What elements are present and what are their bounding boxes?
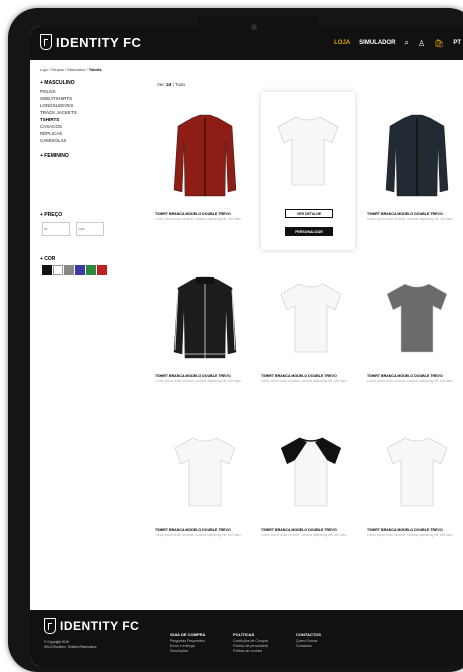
product-card[interactable]: TSHIRT BRANCA MODELO DOUBLE TREVO Lorem …: [261, 422, 361, 537]
color-swatch[interactable]: [64, 265, 74, 275]
product-title[interactable]: TSHIRT BRANCA MODELO DOUBLE TREVO: [261, 528, 361, 532]
filter-sidebar: + MASCULINO POLOS SWEATSHIRTS LONGSLEEVE…: [40, 80, 120, 159]
product-title[interactable]: TSHIRT BRANCA MODELO DOUBLE TREVO: [261, 374, 361, 378]
sidebar-item-tshirts[interactable]: TSHIRTS: [40, 117, 120, 122]
footer-brand-name: IDENTITY FC: [60, 619, 140, 633]
rights-text: HELIOTuniform, Direitos Reservados: [44, 645, 97, 649]
product-image[interactable]: [155, 106, 255, 206]
language-selector[interactable]: PT: [453, 40, 461, 46]
footer-logo[interactable]: IDENTITY FC: [44, 618, 139, 634]
shield-logo-icon: [40, 34, 52, 50]
footer-col-title: POLÍTICAS: [233, 632, 255, 637]
product-title[interactable]: TSHIRT BRANCA MODELO DOUBLE TREVO: [367, 528, 463, 532]
color-swatch[interactable]: [86, 265, 96, 275]
product-description: Lorem ipsum dolor sit amet, consect adip…: [261, 379, 347, 383]
price-range: [42, 222, 104, 236]
footer-link[interactable]: Política de cookies: [233, 649, 268, 654]
brand-name: IDENTITY FC: [56, 34, 142, 50]
footer-col-politicas: POLÍTICAS Condições de Compra Política d…: [233, 632, 268, 654]
footer: IDENTITY FC © Copyright 2016 HELIOTunifo…: [30, 610, 463, 666]
color-swatches: [42, 265, 107, 275]
sidebar-item-camisolas[interactable]: CAMISOLAS: [40, 138, 120, 143]
footer-col-title: GUIA DE COMPRA: [170, 632, 206, 637]
camera-icon: [251, 24, 257, 30]
sidebar-item-sweatshirts[interactable]: SWEATSHIRTS: [40, 96, 120, 101]
view-count: Ver: 24 | Tudo: [157, 82, 185, 87]
product-image[interactable]: [367, 268, 463, 368]
footer-col-contactos: CONTACTOS Quem Somos Contactos: [296, 632, 321, 649]
product-image[interactable]: [155, 422, 255, 522]
product-image[interactable]: [261, 268, 361, 368]
sidebar-item-casacos[interactable]: CASACOS: [40, 124, 120, 129]
footer-link[interactable]: Contactos: [296, 644, 321, 649]
shield-logo-icon: [44, 618, 56, 634]
product-title[interactable]: TSHIRT BRANCA MODELO DOUBLE TREVO: [155, 374, 255, 378]
footer-col-title: CONTACTOS: [296, 632, 321, 637]
device-notch: [198, 16, 318, 38]
search-icon[interactable]: ⌕: [405, 38, 409, 48]
color-swatch[interactable]: [97, 265, 107, 275]
section-masculino[interactable]: + MASCULINO: [40, 80, 120, 86]
product-title[interactable]: TSHIRT BRANCA MODELO DOUBLE TREVO: [155, 212, 255, 216]
product-card[interactable]: TSHIRT BRANCA MODELO DOUBLE TREVO Lorem …: [155, 106, 255, 221]
view-detail-button[interactable]: VER DETALHE: [285, 209, 333, 218]
product-image[interactable]: [367, 422, 463, 522]
sidebar-item-polos[interactable]: POLOS: [40, 89, 120, 94]
price-filter-title[interactable]: + PREÇO: [40, 212, 62, 218]
product-description: Lorem ipsum dolor sit amet, consect adip…: [261, 533, 347, 537]
price-max-input[interactable]: [76, 222, 104, 236]
product-title[interactable]: TSHIRT BRANCA MODELO DOUBLE TREVO: [367, 212, 463, 216]
product-image[interactable]: [261, 106, 355, 196]
product-description: Lorem ipsum dolor sit amet, consect adip…: [155, 533, 241, 537]
product-description: Lorem ipsum dolor sit amet, consect adip…: [155, 217, 241, 221]
nav-loja[interactable]: LOJA: [334, 40, 350, 46]
brand-logo[interactable]: IDENTITY FC: [40, 34, 141, 50]
product-card[interactable]: [261, 106, 361, 196]
product-card[interactable]: TSHIRT BRANCA MODELO DOUBLE TREVO Lorem …: [367, 422, 463, 537]
product-card[interactable]: TSHIRT BRANCA MODELO DOUBLE TREVO Lorem …: [155, 422, 255, 537]
sidebar-item-replicas[interactable]: RÉPLICAS: [40, 131, 120, 136]
product-image[interactable]: [155, 268, 255, 368]
price-min-input[interactable]: [42, 222, 70, 236]
footer-col-guia: GUIA DE COMPRA Perguntas Frequentes Envi…: [170, 632, 205, 654]
product-card[interactable]: TSHIRT BRANCA MODELO DOUBLE TREVO Lorem …: [155, 268, 255, 383]
tablet-frame: IDENTITY FC LOJA SIMULADOR ⌕ ♙ 🛍 PT Loja…: [8, 8, 463, 672]
section-feminino[interactable]: + FEMININO: [40, 153, 120, 159]
product-description: Lorem ipsum dolor sit amet, consect adip…: [155, 379, 241, 383]
product-card[interactable]: TSHIRT BRANCA MODELO DOUBLE TREVO Lorem …: [261, 268, 361, 383]
product-image[interactable]: [367, 106, 463, 206]
view-all-option[interactable]: Tudo: [175, 82, 185, 87]
footer-link[interactable]: Devoluções: [170, 649, 205, 654]
bag-icon[interactable]: 🛍: [434, 39, 444, 48]
color-swatch[interactable]: [75, 265, 85, 275]
main-nav: LOJA SIMULADOR ⌕ ♙ 🛍 PT: [334, 38, 461, 48]
product-description: Lorem ipsum dolor sit amet, consect adip…: [367, 379, 453, 383]
user-icon[interactable]: ♙: [418, 39, 425, 48]
nav-simulador[interactable]: SIMULADOR: [359, 40, 395, 46]
product-card[interactable]: TSHIRT BRANCA MODELO DOUBLE TREVO Lorem …: [367, 268, 463, 383]
product-title[interactable]: TSHIRT BRANCA MODELO DOUBLE TREVO: [155, 528, 255, 532]
breadcrumb-path[interactable]: Loja / Grupos / Masculino /: [40, 67, 89, 72]
color-filter-title[interactable]: + COR: [40, 256, 55, 262]
color-swatch[interactable]: [53, 265, 63, 275]
product-description: Lorem ipsum dolor sit amet, consect adip…: [367, 217, 453, 221]
color-swatch[interactable]: [42, 265, 52, 275]
product-card[interactable]: TSHIRT BRANCA MODELO DOUBLE TREVO Lorem …: [367, 106, 463, 221]
personalize-button[interactable]: PERSONALIZAR: [285, 227, 333, 236]
breadcrumb: Loja / Grupos / Masculino / Tshirts: [40, 67, 102, 72]
view-label: Ver:: [157, 82, 167, 87]
breadcrumb-current: Tshirts: [88, 67, 102, 72]
product-description: Lorem ipsum dolor sit amet, consect adip…: [367, 533, 453, 537]
screen: IDENTITY FC LOJA SIMULADOR ⌕ ♙ 🛍 PT Loja…: [30, 26, 463, 666]
copyright: © Copyright 2016 HELIOTuniform, Direitos…: [44, 640, 97, 650]
hovered-card-panel: VER DETALHE PERSONALIZAR TSHIRT BRANCA M…: [261, 92, 355, 250]
product-image[interactable]: [261, 422, 361, 522]
product-title[interactable]: TSHIRT BRANCA MODELO DOUBLE TREVO: [367, 374, 463, 378]
sidebar-item-longsleeves[interactable]: LONGSLEEVES: [40, 103, 120, 108]
sidebar-item-track-jackets[interactable]: TRACK JACKETS: [40, 110, 120, 115]
